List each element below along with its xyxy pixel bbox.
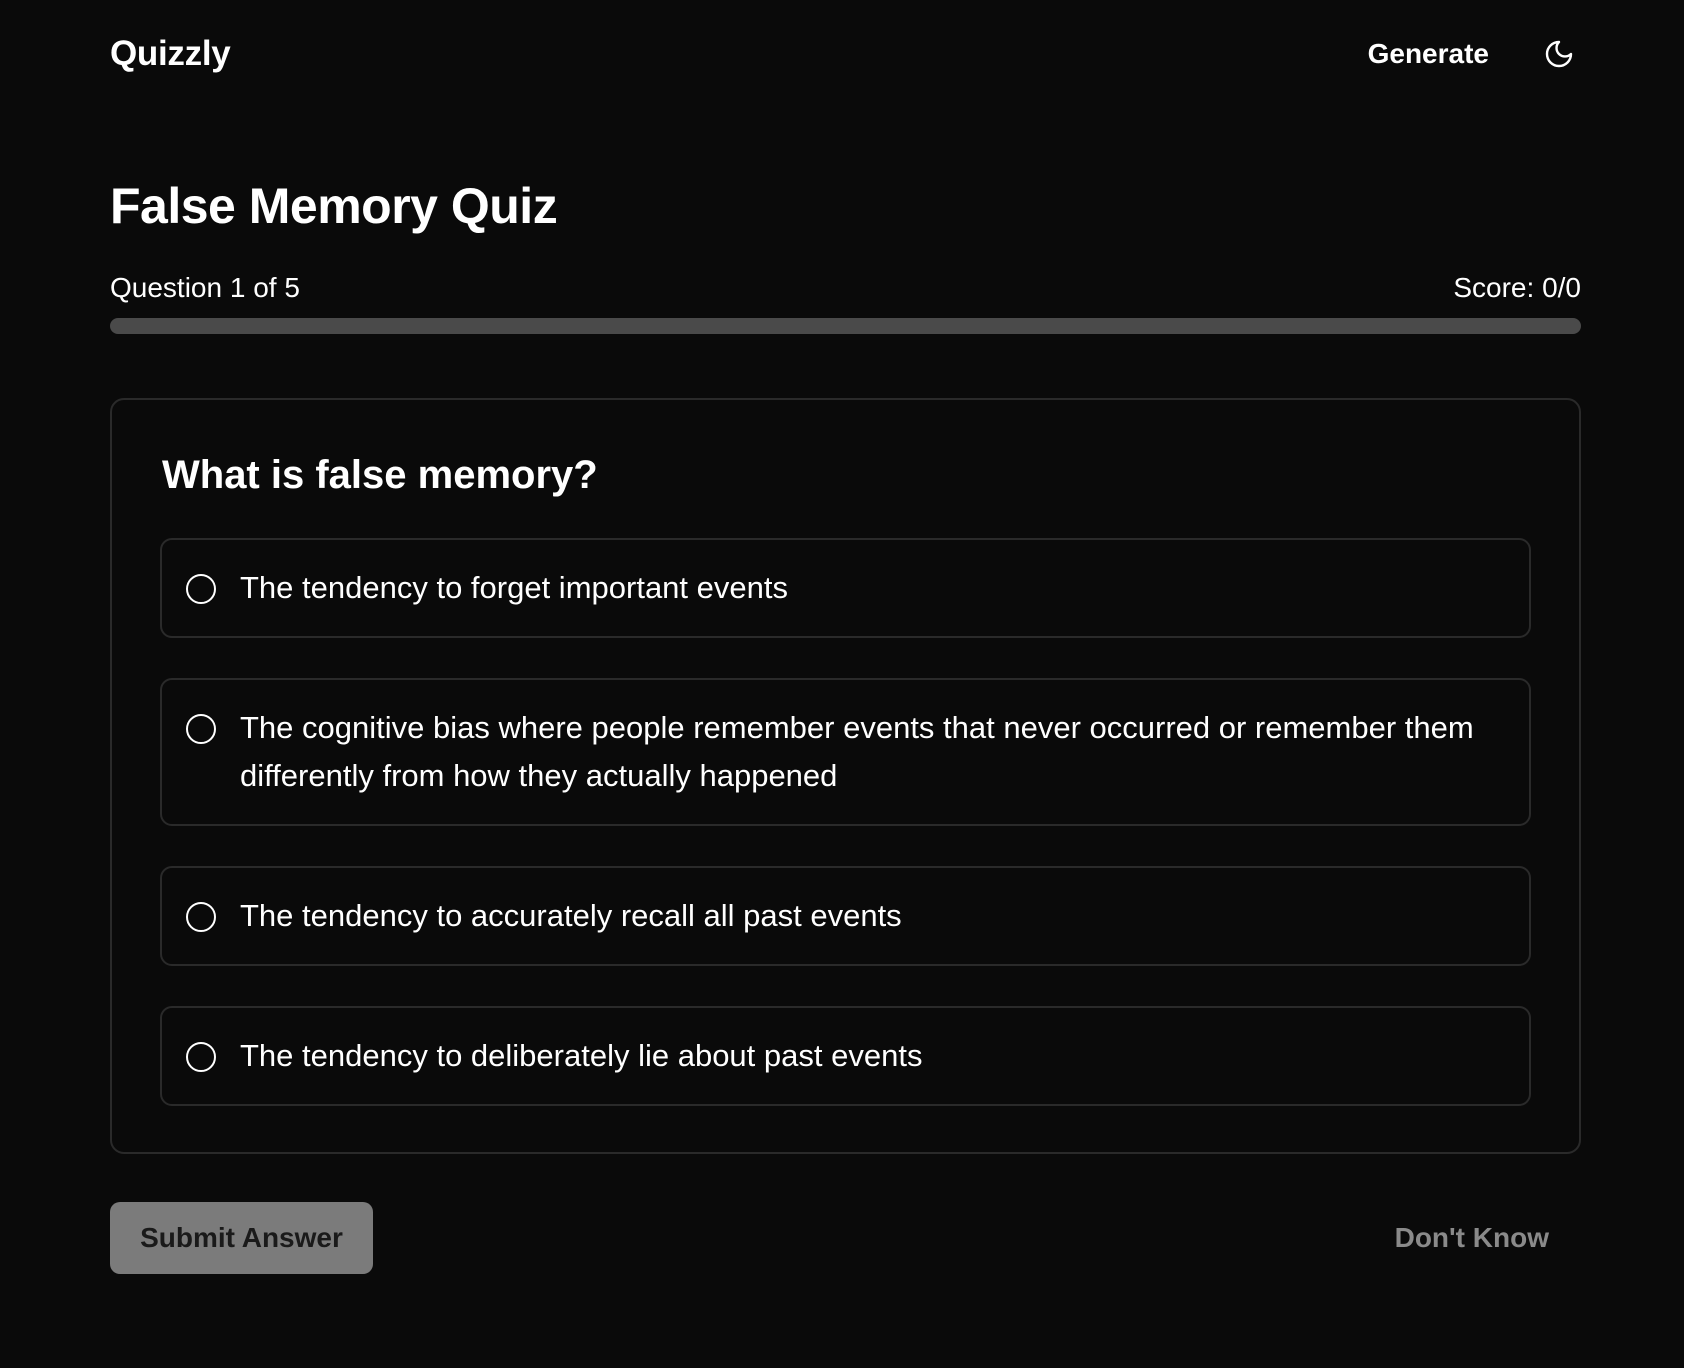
- quiz-title: False Memory Quiz: [110, 178, 558, 234]
- radio-button[interactable]: [186, 1042, 216, 1072]
- dont-know-button[interactable]: Don't Know: [1395, 1202, 1549, 1274]
- score-counter: Score: 0/0: [1453, 272, 1581, 303]
- radio-button[interactable]: [186, 574, 216, 604]
- radio-button[interactable]: [186, 714, 216, 744]
- moon-icon: [1545, 40, 1573, 68]
- question-text: What is false memory?: [162, 453, 598, 497]
- answer-option[interactable]: The tendency to deliberately lie about p…: [160, 1006, 1531, 1106]
- theme-toggle-button[interactable]: [1537, 32, 1581, 76]
- answer-option[interactable]: The tendency to forget important events: [160, 538, 1531, 638]
- answer-option-label: The tendency to deliberately lie about p…: [240, 1038, 923, 1073]
- nav-actions: Generate: [1368, 32, 1581, 76]
- answer-option-label: The tendency to accurately recall all pa…: [240, 898, 902, 933]
- answer-option-label: The cognitive bias where people remember…: [240, 710, 1474, 793]
- answer-options: The tendency to forget important events …: [160, 538, 1531, 1106]
- answer-option-label: The tendency to forget important events: [240, 570, 788, 605]
- generate-link[interactable]: Generate: [1368, 38, 1489, 70]
- quiz-page: Quizzly Generate False Memory Quiz Quest…: [0, 0, 1684, 1368]
- progress-bar: [110, 318, 1581, 334]
- top-nav: Quizzly Generate: [110, 0, 1581, 108]
- question-card: What is false memory? The tendency to fo…: [110, 398, 1581, 1154]
- answer-option[interactable]: The tendency to accurately recall all pa…: [160, 866, 1531, 966]
- progress-info: Question 1 of 5 Score: 0/0: [110, 272, 1581, 304]
- question-counter: Question 1 of 5: [110, 272, 300, 303]
- brand-logo[interactable]: Quizzly: [110, 34, 231, 74]
- answer-option[interactable]: The cognitive bias where people remember…: [160, 678, 1531, 826]
- radio-button[interactable]: [186, 902, 216, 932]
- submit-answer-button[interactable]: Submit Answer: [110, 1202, 373, 1274]
